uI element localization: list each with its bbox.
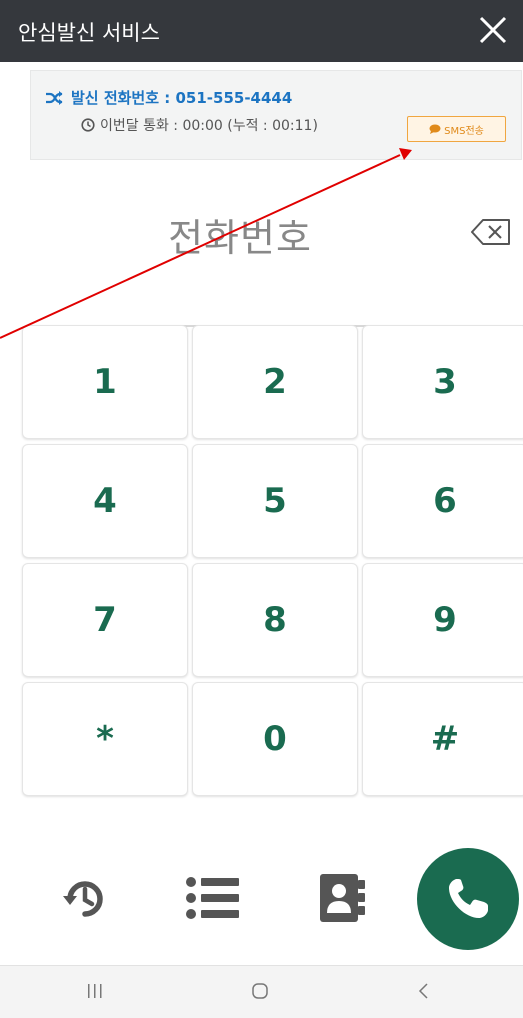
caller-info-panel: 발신 전화번호 : 051-555-4444 이번달 통화 : 00:00 (누… — [30, 70, 522, 160]
call-button[interactable] — [417, 848, 519, 950]
key-star[interactable]: * — [22, 682, 188, 796]
key-2[interactable]: 2 — [192, 325, 358, 439]
phone-icon — [449, 879, 488, 918]
list-icon[interactable] — [185, 874, 241, 926]
key-9[interactable]: 9 — [362, 563, 523, 677]
recent-apps-icon[interactable] — [86, 980, 104, 1006]
history-icon[interactable] — [62, 876, 108, 926]
dial-keypad: 1 2 3 4 5 6 7 8 9 * 0 # — [22, 325, 523, 801]
key-6[interactable]: 6 — [362, 444, 523, 558]
contacts-icon[interactable] — [318, 872, 368, 928]
back-icon[interactable] — [416, 980, 432, 1006]
caller-number: 발신 전화번호 : 051-555-4444 — [45, 87, 292, 108]
phone-number-placeholder: 전화번호 — [168, 216, 312, 260]
chat-icon — [429, 124, 441, 134]
caller-number-label: 발신 전화번호 : 051-555-4444 — [71, 89, 293, 107]
key-0[interactable]: 0 — [192, 682, 358, 796]
key-hash[interactable]: # — [362, 682, 523, 796]
system-nav-bar — [0, 965, 523, 1018]
clock-icon — [81, 118, 95, 132]
phone-number-display[interactable]: 전화번호 — [30, 175, 523, 327]
page-title: 안심발신 서비스 — [18, 21, 160, 45]
key-1[interactable]: 1 — [22, 325, 188, 439]
close-icon[interactable] — [475, 12, 511, 48]
title-bar: 안심발신 서비스 — [0, 0, 523, 62]
key-3[interactable]: 3 — [362, 325, 523, 439]
key-8[interactable]: 8 — [192, 563, 358, 677]
call-usage: 이번달 통화 : 00:00 (누적 : 00:11) — [81, 115, 318, 135]
home-icon[interactable] — [250, 980, 272, 1006]
key-4[interactable]: 4 — [22, 444, 188, 558]
shuffle-icon — [46, 90, 63, 105]
sms-send-button[interactable]: SMS전송 — [407, 116, 506, 142]
backspace-icon[interactable] — [469, 217, 513, 247]
call-usage-label: 이번달 통화 : 00:00 (누적 : 00:11) — [100, 118, 318, 134]
key-5[interactable]: 5 — [192, 444, 358, 558]
sms-send-label: SMS전송 — [444, 125, 484, 137]
key-7[interactable]: 7 — [22, 563, 188, 677]
action-bar — [0, 810, 523, 950]
